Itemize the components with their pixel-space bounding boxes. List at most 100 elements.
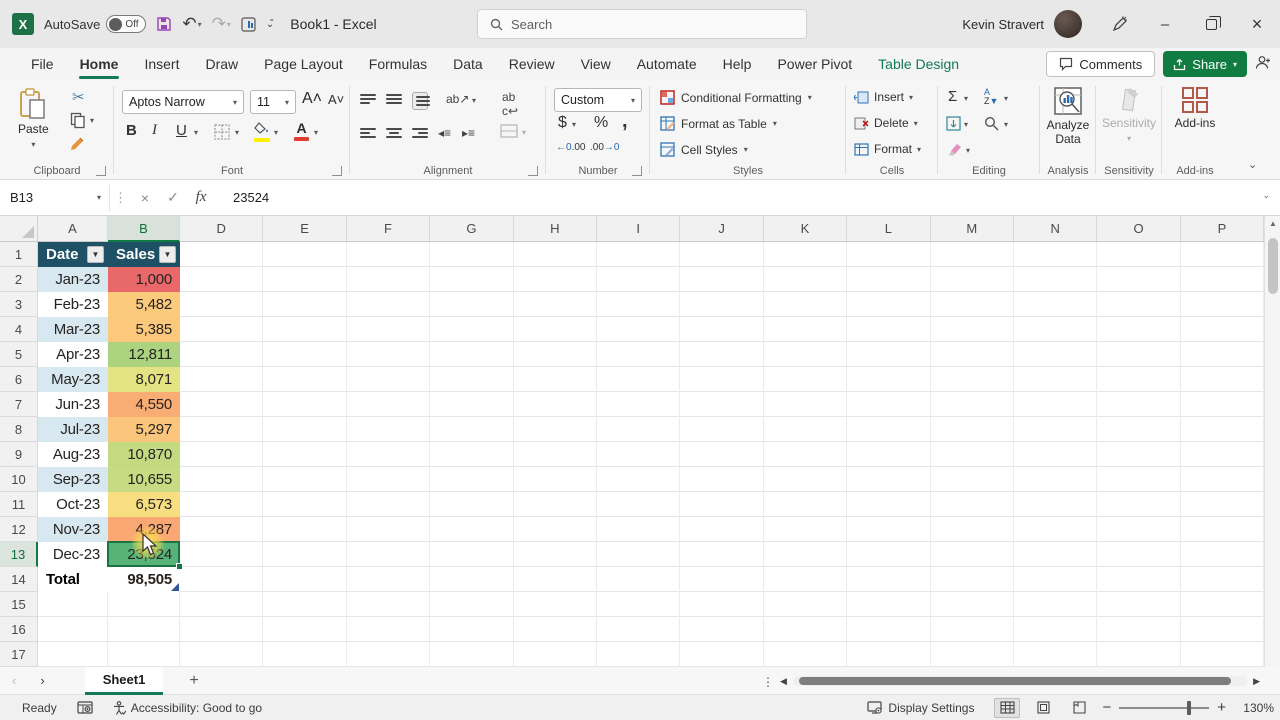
- orientation-icon[interactable]: ab↗: [446, 92, 469, 106]
- sales-cell-Apr-23[interactable]: 12,811: [108, 342, 180, 367]
- column-header-P[interactable]: P: [1181, 216, 1264, 242]
- zoom-in-button[interactable]: +: [1217, 699, 1226, 716]
- row-header-11[interactable]: 11: [0, 492, 38, 517]
- row-header-12[interactable]: 12: [0, 517, 38, 542]
- format-painter-icon[interactable]: [70, 136, 87, 156]
- excel-app-icon[interactable]: X: [12, 13, 34, 35]
- date-cell-Nov-23[interactable]: Nov-23: [38, 517, 108, 542]
- sheet-options-icon[interactable]: ⋮: [762, 675, 774, 689]
- delete-cells-button[interactable]: Delete▾: [854, 116, 918, 130]
- display-settings-button[interactable]: Display Settings: [857, 701, 984, 715]
- column-header-H[interactable]: H: [514, 216, 597, 242]
- column-header-G[interactable]: G: [430, 216, 513, 242]
- row-header-13[interactable]: 13: [0, 542, 38, 567]
- date-cell-Oct-23[interactable]: Oct-23: [38, 492, 108, 517]
- add-person-icon[interactable]: [1255, 55, 1272, 74]
- fill-icon[interactable]: [946, 116, 961, 134]
- alignment-dialog-launcher[interactable]: [528, 166, 538, 176]
- accessibility-status[interactable]: Accessibility: Good to go: [103, 701, 272, 715]
- decrease-indent-icon[interactable]: ◂≡: [438, 126, 451, 140]
- cancel-icon[interactable]: ×: [131, 190, 159, 206]
- bottom-align-icon[interactable]: [412, 92, 428, 110]
- ribbon-tab-insert[interactable]: Insert: [131, 48, 192, 80]
- row-header-10[interactable]: 10: [0, 467, 38, 492]
- horizontal-scroll-thumb[interactable]: [799, 677, 1231, 685]
- date-cell-Jun-23[interactable]: Jun-23: [38, 392, 108, 417]
- insert-function-icon[interactable]: fx: [187, 189, 215, 206]
- addins-button[interactable]: Add-ins: [1172, 86, 1218, 131]
- cut-icon[interactable]: ✂: [72, 88, 85, 106]
- align-left-icon[interactable]: [360, 128, 376, 138]
- row-header-2[interactable]: 2: [0, 267, 38, 292]
- ribbon-tab-power-pivot[interactable]: Power Pivot: [764, 48, 865, 80]
- copy-icon[interactable]: [70, 112, 86, 132]
- column-header-N[interactable]: N: [1014, 216, 1097, 242]
- paste-button[interactable]: Paste ▾: [18, 88, 49, 149]
- comments-button[interactable]: Comments: [1046, 51, 1155, 77]
- column-header-O[interactable]: O: [1097, 216, 1180, 242]
- scroll-up-icon[interactable]: ▲: [1269, 219, 1277, 228]
- ribbon-tab-home[interactable]: Home: [67, 48, 132, 80]
- name-box[interactable]: B13 ▾: [2, 185, 110, 211]
- date-cell-Jan-23[interactable]: Jan-23: [38, 267, 108, 292]
- increase-indent-icon[interactable]: ▸≡: [462, 126, 475, 140]
- increase-font-icon[interactable]: A˄: [302, 90, 322, 108]
- copy-dropdown-icon[interactable]: ▾: [90, 116, 94, 125]
- column-header-D[interactable]: D: [180, 216, 263, 242]
- conditional-formatting-button[interactable]: Conditional Formatting▾: [660, 90, 812, 105]
- save-icon[interactable]: [156, 16, 172, 32]
- percent-style-icon[interactable]: %: [594, 114, 608, 132]
- row-header-15[interactable]: 15: [0, 592, 38, 617]
- format-cells-button[interactable]: Format▾: [854, 142, 921, 156]
- insert-cells-button[interactable]: Insert▾: [854, 90, 913, 104]
- name-box-dropdown-icon[interactable]: ▾: [97, 193, 101, 202]
- user-avatar[interactable]: [1054, 10, 1082, 38]
- column-header-A[interactable]: A: [38, 216, 108, 242]
- top-align-icon[interactable]: [360, 94, 376, 104]
- font-color-dropdown-icon[interactable]: ▾: [314, 128, 318, 137]
- underline-dropdown-icon[interactable]: ▾: [194, 128, 198, 137]
- autosave-toggle[interactable]: Off: [106, 15, 146, 33]
- ribbon-tab-table-design[interactable]: Table Design: [865, 48, 972, 80]
- ribbon-tab-help[interactable]: Help: [710, 48, 765, 80]
- date-cell-Jul-23[interactable]: Jul-23: [38, 417, 108, 442]
- column-header-K[interactable]: K: [764, 216, 847, 242]
- undo-button[interactable]: ↶▾: [182, 14, 201, 34]
- page-layout-view-button[interactable]: [1030, 698, 1056, 718]
- ribbon-tab-page-layout[interactable]: Page Layout: [251, 48, 356, 80]
- date-cell-May-23[interactable]: May-23: [38, 367, 108, 392]
- sales-cell-Mar-23[interactable]: 5,385: [108, 317, 180, 342]
- sheet-tab-sheet1[interactable]: Sheet1: [85, 667, 164, 695]
- search-box[interactable]: Search: [477, 9, 807, 39]
- middle-align-icon[interactable]: [386, 94, 402, 104]
- total-label-cell[interactable]: Total: [38, 567, 108, 592]
- customize-toolbar-icon[interactable]: [241, 17, 256, 32]
- normal-view-button[interactable]: [994, 698, 1020, 718]
- column-header-J[interactable]: J: [680, 216, 763, 242]
- column-header-E[interactable]: E: [263, 216, 346, 242]
- number-format-combo[interactable]: Custom▾: [554, 88, 642, 112]
- zoom-slider-thumb[interactable]: [1187, 701, 1191, 715]
- next-sheet-icon[interactable]: ›: [28, 673, 56, 688]
- row-header-17[interactable]: 17: [0, 642, 38, 667]
- expand-formula-bar-icon[interactable]: ⌄: [1262, 190, 1270, 201]
- column-header-F[interactable]: F: [347, 216, 430, 242]
- number-dialog-launcher[interactable]: [632, 166, 642, 176]
- fill-color-dropdown-icon[interactable]: ▾: [274, 128, 278, 137]
- sales-cell-Oct-23[interactable]: 6,573: [108, 492, 180, 517]
- redo-button[interactable]: ↷▾: [212, 14, 231, 34]
- ribbon-tab-file[interactable]: File: [18, 48, 67, 80]
- center-icon[interactable]: [386, 128, 402, 138]
- date-cell-Dec-23[interactable]: Dec-23: [38, 542, 108, 567]
- sales-cell-Jun-23[interactable]: 4,550: [108, 392, 180, 417]
- accounting-dropdown-icon[interactable]: ▾: [572, 120, 576, 129]
- date-cell-Feb-23[interactable]: Feb-23: [38, 292, 108, 317]
- sensitivity-button[interactable]: Sensitivity ▾: [1106, 86, 1152, 143]
- ribbon-tab-automate[interactable]: Automate: [624, 48, 710, 80]
- borders-icon[interactable]: [214, 124, 230, 143]
- autosum-dropdown-icon[interactable]: ▾: [964, 94, 968, 103]
- zoom-slider[interactable]: [1119, 707, 1209, 709]
- minimize-button[interactable]: –: [1142, 0, 1188, 48]
- share-dropdown-icon[interactable]: ▾: [1233, 60, 1237, 69]
- row-header-1[interactable]: 1: [0, 242, 38, 267]
